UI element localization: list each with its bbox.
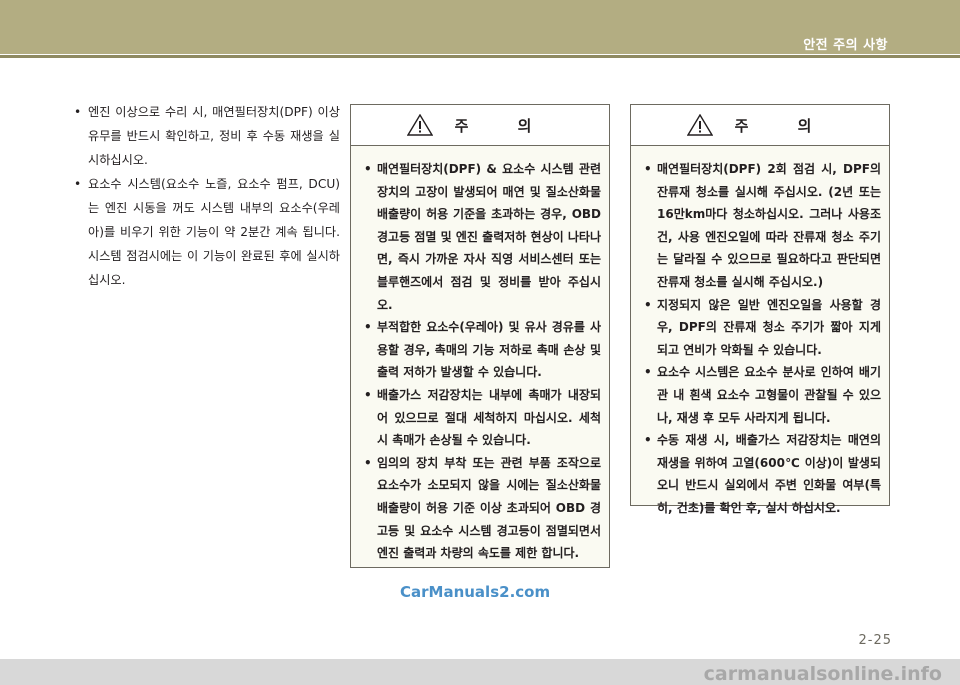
left-bullet-list: 엔진 이상으로 수리 시, 매연필터장치(DPF) 이상 유무를 반드시 확인하… [70, 100, 340, 292]
caution-title: 주 의 [734, 116, 834, 135]
caution-box-dpf-cleaning: 주 의 매연필터장치(DPF) 2회 점검 시, DPF의 잔류재 청소를 실시… [630, 104, 890, 515]
list-item: 배출가스 저감장치는 내부에 촉매가 내장되어 있으므로 절대 세척하지 마십시… [363, 384, 601, 452]
section-title: 안전 주의 사항 [803, 38, 888, 53]
caution-list: 매연필터장치(DPF) & 요소수 시스템 관련 장치의 고장이 발생되어 매연… [363, 158, 601, 565]
footer-watermark: carmanualsonline.info [703, 663, 942, 685]
caution-list: 매연필터장치(DPF) 2회 점검 시, DPF의 잔류재 청소를 실시해 주십… [643, 158, 881, 520]
watermark-link[interactable]: CarManuals2.com [400, 583, 550, 601]
list-item: 엔진 이상으로 수리 시, 매연필터장치(DPF) 이상 유무를 반드시 확인하… [70, 100, 340, 172]
list-item: 지정되지 않은 일반 엔진오일을 사용할 경우, DPF의 잔류재 청소 주기가… [643, 294, 881, 362]
list-item: 부적합한 요소수(우레아) 및 유사 경유를 사용할 경우, 촉매의 기능 저하… [363, 316, 601, 384]
list-item: 요소수 시스템은 요소수 분사로 인하여 배기관 내 흰색 요소수 고형물이 관… [643, 361, 881, 429]
list-item: 수동 재생 시, 배출가스 저감장치는 매연의 재생을 위하여 고열(600℃ … [643, 429, 881, 519]
caution-title: 주 의 [454, 116, 554, 135]
caution-body: 매연필터장치(DPF) 2회 점검 시, DPF의 잔류재 청소를 실시해 주십… [631, 146, 889, 530]
footer-band: carmanualsonline.info [0, 659, 960, 685]
caution-body: 매연필터장치(DPF) & 요소수 시스템 관련 장치의 고장이 발생되어 매연… [351, 146, 609, 575]
left-column-text: 엔진 이상으로 수리 시, 매연필터장치(DPF) 이상 유무를 반드시 확인하… [70, 100, 340, 292]
list-item: 매연필터장치(DPF) 2회 점검 시, DPF의 잔류재 청소를 실시해 주십… [643, 158, 881, 294]
caution-header: 주 의 [351, 105, 609, 146]
page-number: 2-25 [858, 633, 892, 648]
warning-triangle-icon [686, 114, 713, 136]
list-item: 임의의 장치 부착 또는 관련 부품 조작으로 요소수가 소모되지 않을 시에는… [363, 452, 601, 565]
list-item: 요소수 시스템(요소수 노즐, 요소수 펌프, DCU)는 엔진 시동을 꺼도 … [70, 172, 340, 292]
caution-box-dpf-urea: 주 의 매연필터장치(DPF) & 요소수 시스템 관련 장치의 고장이 발생되… [350, 104, 610, 568]
header-band: 안전 주의 사항 [0, 0, 960, 58]
caution-header: 주 의 [631, 105, 889, 146]
list-item: 매연필터장치(DPF) & 요소수 시스템 관련 장치의 고장이 발생되어 매연… [363, 158, 601, 316]
warning-triangle-icon [406, 114, 433, 136]
